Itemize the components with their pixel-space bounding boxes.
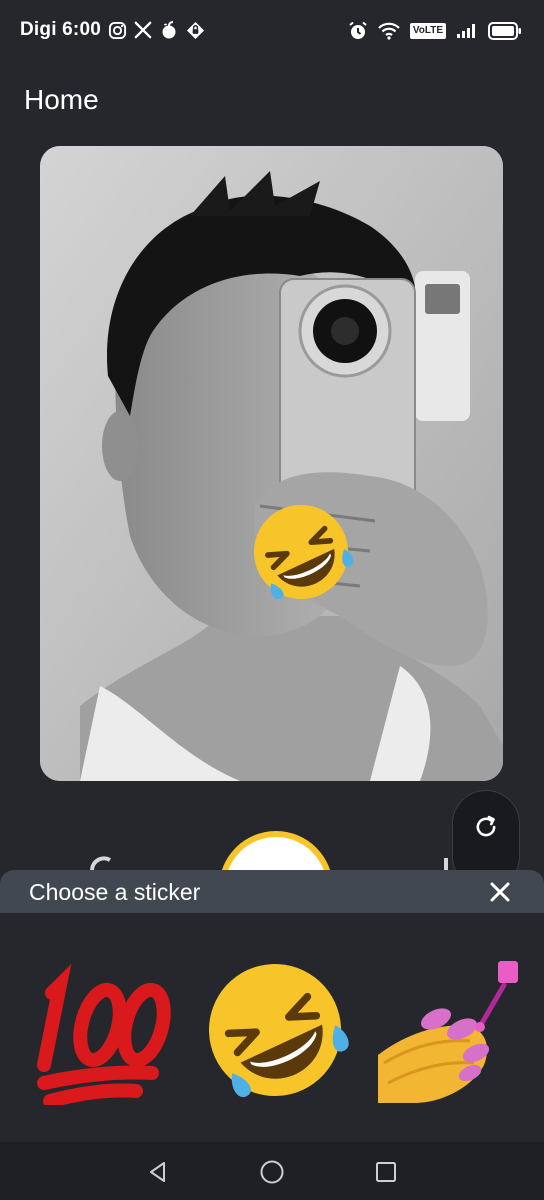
x-icon [134,21,152,39]
hundred-points-emoji [37,963,171,1105]
photo-image [40,146,503,781]
vpn-icon [186,21,205,40]
recents-button[interactable] [372,1158,400,1186]
home-button[interactable] [258,1158,286,1186]
close-button[interactable] [486,878,514,906]
overlay-sticker[interactable] [245,496,357,608]
page-title: Home [24,84,99,115]
nail-polish-emoji [378,961,518,1103]
sticker-list [0,913,544,1141]
sticker-item-rofl[interactable] [200,955,350,1105]
sticker-sheet-header: Choose a sticker [0,870,544,913]
rotate-icon [90,856,111,871]
instagram-icon [108,21,127,40]
recents-icon [376,1162,396,1182]
navigation-bar [0,1142,544,1200]
home-icon [260,1160,284,1184]
close-icon [490,882,510,902]
back-button[interactable] [144,1158,172,1186]
rolling-on-floor-laughing-emoji [253,504,354,600]
photo-preview[interactable] [40,146,503,781]
carrier-time: Digi 6:00 [20,19,101,40]
alarm-icon [348,21,368,41]
battery-icon [488,22,522,40]
signal-icon [456,23,478,39]
status-bar-left: Digi 6:00 [20,19,205,41]
status-bar-right: VoLTE [348,21,522,41]
back-icon [150,1162,165,1182]
wifi-icon [378,22,400,40]
apple-icon [159,20,179,40]
sticker-item-hundred[interactable] [30,955,180,1105]
sticker-sheet-title: Choose a sticker [29,879,201,905]
rolling-on-floor-laughing-emoji [209,964,349,1098]
sticker-item-nail-polish[interactable] [374,955,524,1105]
status-bar: Digi 6:00 VoLTE [0,0,544,64]
volte-badge: VoLTE [409,23,446,39]
refresh-icon [476,815,496,837]
